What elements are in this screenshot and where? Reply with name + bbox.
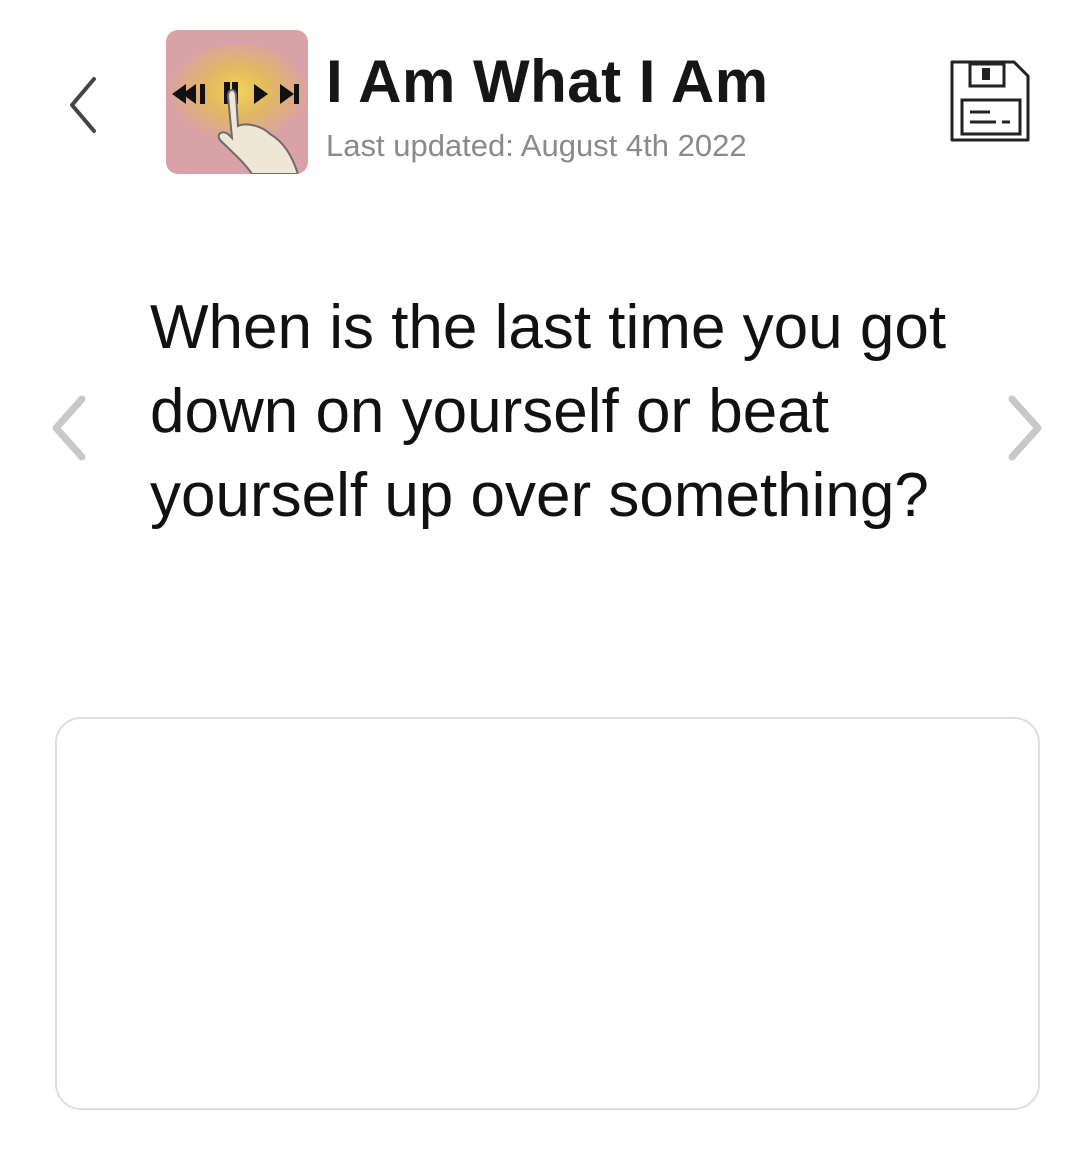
save-button[interactable]	[946, 58, 1032, 146]
next-question-button[interactable]	[998, 378, 1054, 478]
previous-question-button[interactable]	[40, 378, 96, 478]
journal-question: When is the last time you got down on yo…	[150, 293, 947, 530]
chevron-left-icon	[52, 395, 86, 461]
journal-thumbnail	[166, 30, 308, 174]
page-title: I Am What I Am	[326, 48, 769, 115]
chevron-left-icon	[70, 77, 96, 133]
last-updated-text: Last updated: August 4th 2022	[326, 128, 747, 163]
floppy-disk-icon	[950, 60, 1030, 142]
chevron-right-icon	[1008, 395, 1042, 461]
back-button[interactable]	[58, 70, 110, 140]
answer-input[interactable]	[55, 717, 1040, 1110]
